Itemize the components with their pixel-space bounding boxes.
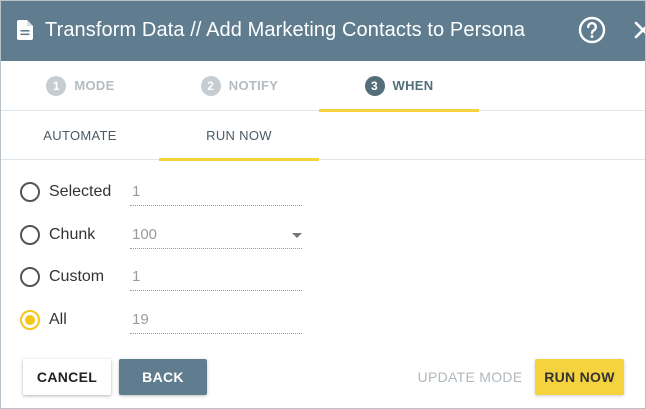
document-icon xyxy=(17,20,33,40)
option-label[interactable]: Chunk xyxy=(49,226,95,244)
dialog-header: Transform Data // Add Marketing Contacts… xyxy=(1,1,646,61)
option-label[interactable]: All xyxy=(49,311,67,329)
step-when[interactable]: 3 WHEN xyxy=(319,61,479,112)
cancel-button[interactable]: CANCEL xyxy=(23,359,111,395)
option-label[interactable]: Selected xyxy=(49,183,111,201)
step-number: 2 xyxy=(200,75,221,96)
when-subtabs: AUTOMATE RUN NOW xyxy=(1,111,645,161)
step-label: MODE xyxy=(74,78,115,93)
option-selected-row: Selected 1 xyxy=(1,172,645,212)
option-custom-row: Custom 1 xyxy=(1,257,645,297)
run-now-button[interactable]: RUN NOW xyxy=(535,359,624,395)
option-all-row: All 19 xyxy=(1,300,645,340)
dropdown-arrow-icon xyxy=(292,233,302,238)
all-count-field: 19 xyxy=(130,306,302,334)
option-chunk-row: Chunk 100 xyxy=(1,215,645,255)
radio-custom[interactable] xyxy=(20,267,40,287)
dialog-title: Transform Data // Add Marketing Contacts… xyxy=(45,19,526,41)
radio-chunk[interactable] xyxy=(20,225,40,245)
selected-count-field[interactable]: 1 xyxy=(130,178,302,206)
transform-data-dialog: Transform Data // Add Marketing Contacts… xyxy=(0,0,646,409)
run-options: Selected 1 Chunk 100 Custom 1 All 19 xyxy=(1,161,645,351)
radio-selected[interactable] xyxy=(20,182,40,202)
step-number: 3 xyxy=(364,75,385,96)
back-button[interactable]: BACK xyxy=(119,359,207,395)
step-number: 1 xyxy=(46,75,67,96)
tab-run-now[interactable]: RUN NOW xyxy=(159,111,319,161)
step-notify[interactable]: 2 NOTIFY xyxy=(160,61,319,110)
help-circle-icon[interactable] xyxy=(578,16,606,44)
tab-automate[interactable]: AUTOMATE xyxy=(1,111,159,159)
custom-count-field[interactable]: 1 xyxy=(130,263,302,291)
close-icon[interactable] xyxy=(633,20,646,40)
step-label: NOTIFY xyxy=(228,78,279,93)
chunk-size-value: 100 xyxy=(132,226,158,243)
option-label[interactable]: Custom xyxy=(49,268,104,286)
step-label: WHEN xyxy=(392,78,434,93)
wizard-steps: 1 MODE 2 NOTIFY 3 WHEN xyxy=(1,61,645,112)
radio-all[interactable] xyxy=(20,310,40,330)
chunk-size-select[interactable]: 100 xyxy=(130,221,302,249)
step-mode[interactable]: 1 MODE xyxy=(1,61,160,110)
dialog-footer: CANCEL BACK UPDATE MODE RUN NOW xyxy=(1,351,645,408)
update-mode-button[interactable]: UPDATE MODE xyxy=(415,359,525,395)
